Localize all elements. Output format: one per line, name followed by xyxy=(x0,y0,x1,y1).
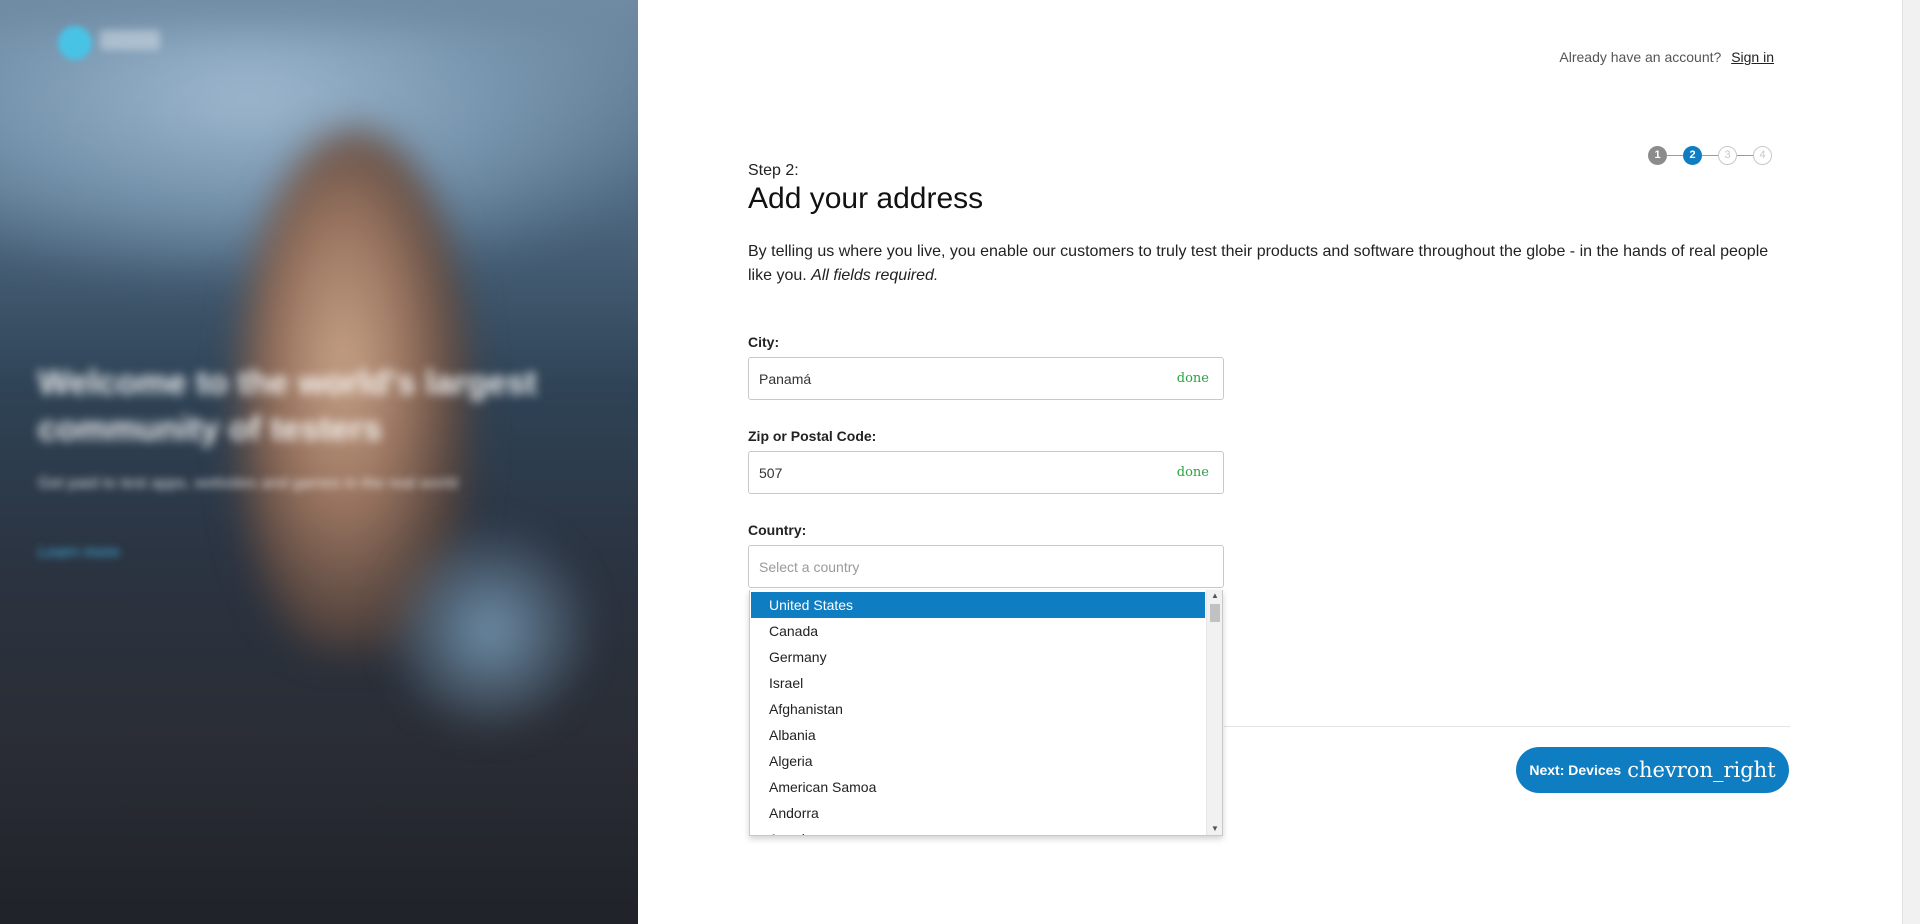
country-option-united-states[interactable]: United States xyxy=(751,592,1205,618)
country-dropdown-list[interactable]: United States Canada Germany Israel Afgh… xyxy=(749,590,1223,836)
signin-link[interactable]: Sign in xyxy=(1731,49,1774,65)
step-label: Step 2: xyxy=(748,162,799,179)
zip-label: Zip or Postal Code: xyxy=(748,428,877,444)
country-option-israel[interactable]: Israel xyxy=(751,670,1205,696)
brand-logo-icon xyxy=(58,26,92,60)
country-placeholder: Select a country xyxy=(759,558,860,575)
done-icon: done xyxy=(1176,371,1209,386)
country-option-afghanistan[interactable]: Afghanistan xyxy=(751,696,1205,722)
done-icon: done xyxy=(1176,465,1209,480)
country-option-germany[interactable]: Germany xyxy=(751,644,1205,670)
scroll-up-icon[interactable]: ▲ xyxy=(1207,590,1222,602)
country-option-canada[interactable]: Canada xyxy=(751,618,1205,644)
city-field[interactable]: Panamá done xyxy=(748,357,1224,400)
dropdown-scrollbar[interactable]: ▲ ▼ xyxy=(1206,590,1222,835)
scroll-down-icon[interactable]: ▼ xyxy=(1207,823,1222,835)
dropdown-scroll-thumb[interactable] xyxy=(1210,604,1220,622)
signin-prompt-text: Already have an account? xyxy=(1559,49,1722,65)
page-title: Add your address xyxy=(748,182,984,215)
city-value[interactable]: Panamá xyxy=(759,371,1177,387)
country-option-angola[interactable]: Angola xyxy=(751,826,1205,835)
form-header: Step 2: Add your address By telling us w… xyxy=(748,162,1788,288)
step-connector xyxy=(1702,154,1718,156)
hero-subtitle: Get paid to test apps, websites and game… xyxy=(38,475,458,492)
country-select[interactable]: Select a country xyxy=(748,545,1224,588)
step-connector xyxy=(1737,154,1753,156)
next-devices-button[interactable]: Next: Devices chevron_right xyxy=(1516,747,1789,793)
country-option-american-samoa[interactable]: American Samoa xyxy=(751,774,1205,800)
signin-prompt: Already have an account? Sign in xyxy=(1559,49,1774,65)
country-option-algeria[interactable]: Algeria xyxy=(751,748,1205,774)
required-note: All fields required. xyxy=(811,267,939,284)
country-options: United States Canada Germany Israel Afgh… xyxy=(751,592,1205,835)
hero-panel: Welcome to the world's largest community… xyxy=(0,0,638,924)
chevron-right-icon: chevron_right xyxy=(1627,758,1776,782)
page-scrollbar[interactable] xyxy=(1902,0,1920,924)
country-label: Country: xyxy=(748,522,807,538)
intro-text: By telling us where you live, you enable… xyxy=(748,240,1778,288)
zip-field[interactable]: 507 done xyxy=(748,451,1224,494)
zip-value[interactable]: 507 xyxy=(759,465,1177,481)
city-label: City: xyxy=(748,334,780,350)
country-option-albania[interactable]: Albania xyxy=(751,722,1205,748)
brand-wordmark xyxy=(100,30,160,50)
step-connector xyxy=(1667,154,1683,156)
country-option-andorra[interactable]: Andorra xyxy=(751,800,1205,826)
hero-headline: Welcome to the world's largest community… xyxy=(38,364,537,448)
next-button-label: Next: Devices xyxy=(1529,762,1622,778)
hero-learn-more-link[interactable]: Learn more xyxy=(38,544,120,562)
hero-light xyxy=(380,520,600,740)
footer-divider xyxy=(1224,726,1790,727)
